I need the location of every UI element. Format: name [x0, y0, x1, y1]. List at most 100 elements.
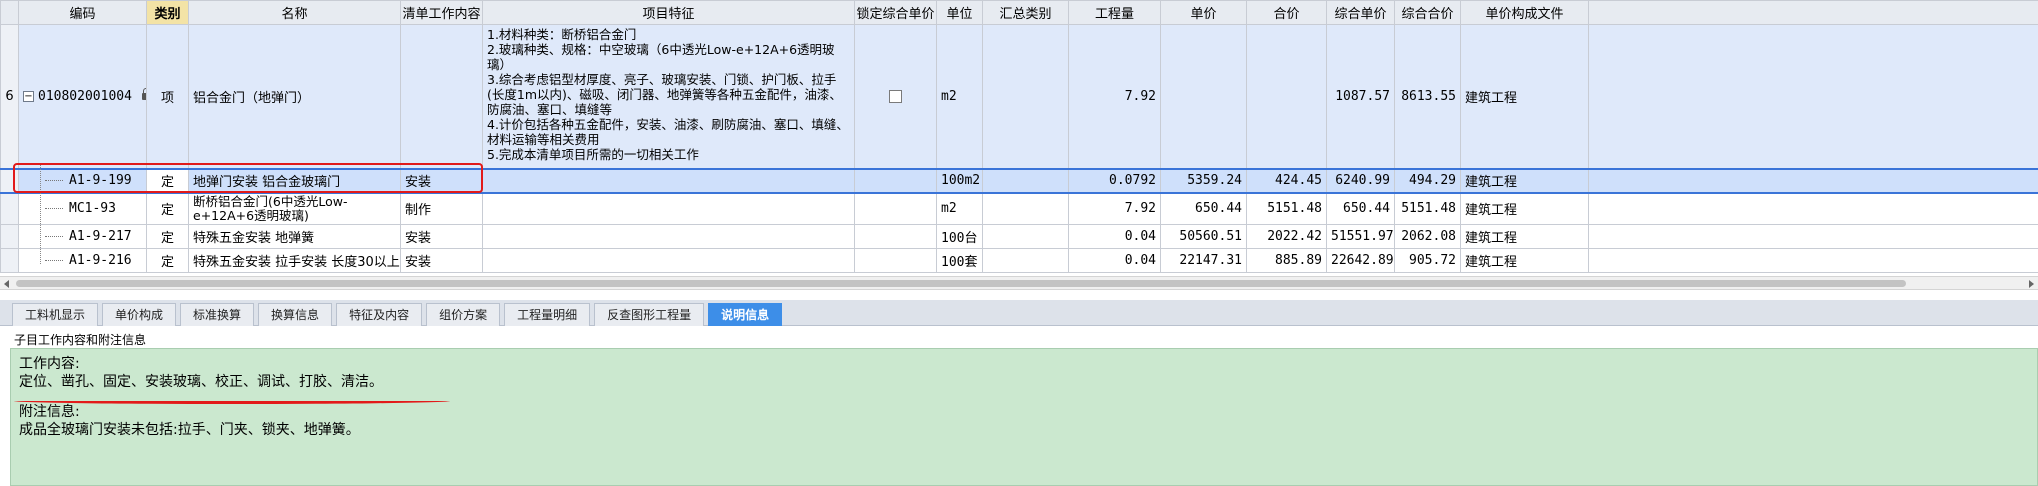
- col-header-summary-type[interactable]: 汇总类别: [982, 0, 1069, 25]
- table-row-quota-selected[interactable]: A1-9-199 定 地弹门安装 铝合金玻璃门 安装 100m2 0.0792 …: [0, 167, 2038, 194]
- tab-conversion-info[interactable]: 换算信息: [258, 303, 333, 326]
- cell-features[interactable]: [482, 248, 855, 273]
- cell-category[interactable]: 项: [146, 24, 189, 169]
- col-header-total-price[interactable]: 合价: [1246, 0, 1327, 25]
- cell-unit-price[interactable]: [1160, 24, 1247, 169]
- tab-quantity-detail[interactable]: 工程量明细: [504, 303, 591, 326]
- cell-work-content[interactable]: 安装: [400, 224, 483, 249]
- cell-name[interactable]: 断桥铝合金门(6中透光Low-e+12A+6透明玻璃): [188, 192, 401, 225]
- cell-work-content[interactable]: [400, 24, 483, 169]
- cell-total-price[interactable]: 2022.42: [1246, 224, 1327, 249]
- col-header-unit-price[interactable]: 单价: [1160, 0, 1247, 25]
- table-row-quota[interactable]: A1-9-217 定 特殊五金安装 地弹簧 安装 100台 0.04 50560…: [0, 224, 2038, 249]
- corner-cell[interactable]: [0, 0, 19, 25]
- cell-lock-price[interactable]: [854, 167, 937, 194]
- cell-unit[interactable]: 100台: [936, 224, 983, 249]
- cell-quantity[interactable]: 7.92: [1068, 192, 1161, 225]
- cell-composite-total[interactable]: 2062.08: [1394, 224, 1461, 249]
- cell-summary-type[interactable]: [982, 224, 1069, 249]
- cell-features[interactable]: [482, 224, 855, 249]
- cell-work-content[interactable]: 安装: [400, 248, 483, 273]
- table-row-bill-item[interactable]: 6 −010802001004 项 铝合金门（地弹门） 1.材料种类：断桥铝合金…: [0, 24, 2038, 169]
- cell-unit-price[interactable]: 22147.31: [1160, 248, 1247, 273]
- tab-features-content[interactable]: 特征及内容: [336, 303, 423, 326]
- cell-lock-price[interactable]: [854, 192, 937, 225]
- cell-name[interactable]: 铝合金门（地弹门）: [188, 24, 401, 169]
- cell-code[interactable]: A1-9-216: [18, 248, 147, 273]
- cell-code[interactable]: −010802001004: [18, 24, 147, 169]
- tab-description[interactable]: 说明信息: [708, 303, 783, 326]
- cell-composite-total[interactable]: 905.72: [1394, 248, 1461, 273]
- cell-name[interactable]: 地弹门安装 铝合金玻璃门: [188, 167, 401, 194]
- horizontal-scrollbar[interactable]: [0, 276, 2038, 290]
- table-row-quota[interactable]: A1-9-216 定 特殊五金安装 拉手安装 长度30以上 安装 100套 0.…: [0, 248, 2038, 273]
- cell-quantity[interactable]: 7.92: [1068, 24, 1161, 169]
- info-pane[interactable]: 工作内容: 定位、凿孔、固定、安装玻璃、校正、调试、打胶、清洁。 附注信息: 成…: [10, 348, 2038, 486]
- cell-composite-unit-price[interactable]: 6240.99: [1326, 167, 1395, 194]
- cell-lock-price[interactable]: [854, 224, 937, 249]
- table-row-quota[interactable]: MC1-93 定 断桥铝合金门(6中透光Low-e+12A+6透明玻璃) 制作 …: [0, 192, 2038, 225]
- tab-reverse-graphic-quantity[interactable]: 反查图形工程量: [594, 303, 705, 326]
- cell-price-file[interactable]: 建筑工程: [1460, 167, 1589, 194]
- tab-materials[interactable]: 工料机显示: [12, 303, 99, 326]
- cell-features[interactable]: 1.材料种类：断桥铝合金门 2.玻璃种类、规格：中空玻璃（6中透光Low-e+1…: [482, 24, 855, 169]
- cell-unit-price[interactable]: 50560.51: [1160, 224, 1247, 249]
- col-header-composite-unit-price[interactable]: 综合单价: [1326, 0, 1395, 25]
- cell-composite-unit-price[interactable]: 650.44: [1326, 192, 1395, 225]
- scroll-left-icon[interactable]: [4, 280, 9, 288]
- cell-summary-type[interactable]: [982, 192, 1069, 225]
- cell-work-content[interactable]: 安装: [400, 167, 483, 194]
- cell-composite-total[interactable]: 494.29: [1394, 167, 1461, 194]
- cell-total-price[interactable]: 5151.48: [1246, 192, 1327, 225]
- cell-unit[interactable]: 100m2: [936, 167, 983, 194]
- col-header-quantity[interactable]: 工程量: [1068, 0, 1161, 25]
- cell-category[interactable]: 定: [146, 192, 189, 225]
- cell-code[interactable]: A1-9-199: [18, 167, 147, 194]
- col-header-category[interactable]: 类别: [146, 0, 189, 25]
- cell-unit-price[interactable]: 5359.24: [1160, 167, 1247, 194]
- cell-work-content[interactable]: 制作: [400, 192, 483, 225]
- cell-name[interactable]: 特殊五金安装 拉手安装 长度30以上: [188, 248, 401, 273]
- tab-price-composition[interactable]: 单价构成: [102, 303, 177, 326]
- cell-composite-unit-price[interactable]: 1087.57: [1326, 24, 1395, 169]
- cell-unit-price[interactable]: 650.44: [1160, 192, 1247, 225]
- cell-composite-total[interactable]: 5151.48: [1394, 192, 1461, 225]
- cell-lock-price[interactable]: [854, 248, 937, 273]
- cell-price-file[interactable]: 建筑工程: [1460, 248, 1589, 273]
- cell-category[interactable]: 定: [146, 248, 189, 273]
- cell-unit[interactable]: m2: [936, 192, 983, 225]
- cell-quantity[interactable]: 0.04: [1068, 248, 1161, 273]
- col-header-lock-price[interactable]: 锁定综合单价: [854, 0, 937, 25]
- scroll-right-icon[interactable]: [2029, 280, 2034, 288]
- cell-name[interactable]: 特殊五金安装 地弹簧: [188, 224, 401, 249]
- cell-features[interactable]: [482, 192, 855, 225]
- cell-category[interactable]: 定: [146, 224, 189, 249]
- cell-composite-unit-price[interactable]: 22642.89: [1326, 248, 1395, 273]
- cell-summary-type[interactable]: [982, 167, 1069, 194]
- collapse-icon[interactable]: −: [23, 90, 34, 102]
- cell-summary-type[interactable]: [982, 248, 1069, 273]
- col-header-unit[interactable]: 单位: [936, 0, 983, 25]
- cell-code[interactable]: MC1-93: [18, 192, 147, 225]
- col-header-work-content[interactable]: 清单工作内容: [400, 0, 483, 25]
- cell-total-price[interactable]: 424.45: [1246, 167, 1327, 194]
- cell-code[interactable]: A1-9-217: [18, 224, 147, 249]
- col-header-composite-total[interactable]: 综合合价: [1394, 0, 1461, 25]
- col-header-price-file[interactable]: 单价构成文件: [1460, 0, 1589, 25]
- cell-total-price[interactable]: [1246, 24, 1327, 169]
- tab-standard-conversion[interactable]: 标准换算: [180, 303, 255, 326]
- cell-unit[interactable]: m2: [936, 24, 983, 169]
- cell-unit[interactable]: 100套: [936, 248, 983, 273]
- cell-total-price[interactable]: 885.89: [1246, 248, 1327, 273]
- cell-category[interactable]: 定: [146, 167, 189, 194]
- cell-composite-total[interactable]: 8613.55: [1394, 24, 1461, 169]
- col-header-name[interactable]: 名称: [188, 0, 401, 25]
- tab-pricing-scheme[interactable]: 组价方案: [426, 303, 501, 326]
- cell-summary-type[interactable]: [982, 24, 1069, 169]
- col-header-features[interactable]: 项目特征: [482, 0, 855, 25]
- lock-price-checkbox[interactable]: [889, 89, 902, 103]
- cell-price-file[interactable]: 建筑工程: [1460, 224, 1589, 249]
- col-header-code[interactable]: 编码: [18, 0, 147, 25]
- cell-price-file[interactable]: 建筑工程: [1460, 24, 1589, 169]
- cell-features[interactable]: [482, 167, 855, 194]
